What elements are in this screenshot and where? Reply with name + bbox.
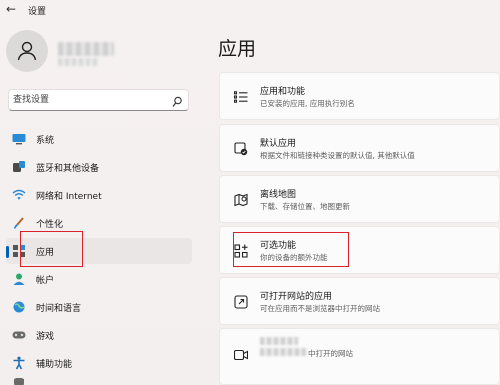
card-offline-maps[interactable]: 离线地图 下载、存储位置、地图更新	[219, 175, 500, 223]
card-default-apps[interactable]: 默认应用 根据文件和链接种类设置的默认值, 其他默认值	[219, 124, 500, 172]
gamepad-icon	[12, 328, 26, 342]
highlight-box-apps	[20, 231, 83, 267]
sidebar-item-bluetooth[interactable]: 蓝牙和其他设备	[6, 154, 192, 180]
redacted-subtitle-prefix	[260, 348, 306, 356]
brush-icon	[12, 216, 26, 230]
person-icon	[17, 41, 37, 61]
sidebar-item-accessibility[interactable]: 辅助功能	[6, 350, 192, 376]
sidebar-item-gaming[interactable]: 游戏	[6, 322, 192, 348]
card-title: 离线地图	[260, 190, 297, 200]
avatar[interactable]	[6, 30, 48, 72]
sidebar-item-time-language[interactable]: 时间和语言	[6, 294, 192, 320]
search-box[interactable]	[8, 89, 189, 111]
active-indicator	[6, 246, 9, 258]
card-subtitle: 下载、存储位置、地图更新	[260, 202, 350, 211]
video-icon	[233, 347, 248, 362]
user-email-redacted	[58, 58, 98, 66]
card-apps-for-websites[interactable]: 可打开网站的应用 可在应用而不是浏览器中打开的网站	[219, 277, 500, 325]
card-subtitle: 中打开的网站	[308, 349, 353, 358]
page-title: 应用	[218, 38, 257, 60]
sidebar-item-accounts[interactable]: 帐户	[6, 266, 192, 292]
search-icon[interactable]	[172, 93, 182, 112]
wifi-icon	[12, 188, 26, 202]
open-link-icon	[233, 294, 248, 309]
card-video-playback[interactable]: 中打开的网站	[219, 328, 500, 385]
sidebar-item-network[interactable]: 网络和 Internet	[6, 182, 192, 208]
accessibility-icon	[12, 356, 26, 370]
window-title: 设置	[28, 7, 47, 17]
card-title: 应用和功能	[260, 87, 306, 97]
default-app-icon	[233, 141, 248, 156]
bluetooth-icon	[12, 160, 26, 174]
card-subtitle: 根据文件和链接种类设置的默认值, 其他默认值	[260, 151, 415, 160]
globe-icon	[12, 300, 26, 314]
search-input[interactable]	[13, 92, 163, 108]
map-icon	[233, 192, 248, 207]
card-title: 可打开网站的应用	[260, 292, 333, 302]
card-subtitle: 已安装的应用, 应用执行别名	[260, 99, 355, 108]
shield-icon	[12, 378, 26, 385]
card-apps-features[interactable]: 应用和功能 已安装的应用, 应用执行别名	[219, 72, 500, 120]
list-icon	[233, 89, 248, 104]
monitor-icon	[12, 132, 26, 146]
title-bar: ← 设置	[0, 0, 500, 20]
sidebar-item-privacy-partial[interactable]	[6, 378, 192, 385]
highlight-box-optional-features	[233, 232, 349, 267]
back-arrow-icon[interactable]: ←	[6, 3, 16, 15]
redacted-title	[260, 337, 298, 345]
card-title: 默认应用	[260, 139, 297, 149]
settings-window: ← 设置 系统 蓝牙和其他设备	[0, 0, 500, 385]
person-icon	[12, 272, 26, 286]
card-subtitle: 可在应用而不是浏览器中打开的网站	[260, 304, 380, 313]
user-name-redacted	[58, 42, 114, 56]
sidebar-item-system[interactable]: 系统	[6, 126, 192, 152]
